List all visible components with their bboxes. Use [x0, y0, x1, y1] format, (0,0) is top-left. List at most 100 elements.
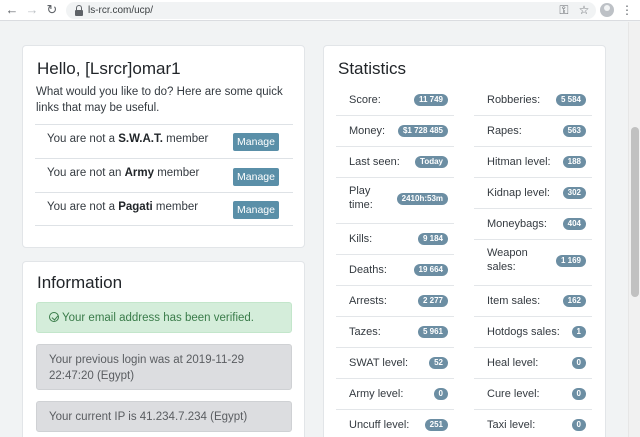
stat-row: Score: 11 749 — [336, 85, 454, 116]
stat-row: Rapes: 563 — [474, 116, 592, 147]
previous-login-alert: Your previous login was at 2019-11-29 22… — [36, 344, 292, 390]
stat-value-badge: 1 169 — [555, 255, 586, 267]
stat-value-badge: 52 — [429, 357, 448, 369]
stat-value-badge: 188 — [562, 156, 586, 168]
stat-value-badge: 5 584 — [555, 94, 586, 106]
manage-pagati-button[interactable]: Manage — [233, 201, 279, 219]
stat-label: Rapes: — [487, 125, 522, 137]
stat-value-badge: 0 — [571, 357, 586, 369]
lock-icon — [74, 5, 84, 16]
stat-label: Hitman level: — [487, 156, 551, 168]
stat-value-badge: 251 — [424, 419, 448, 431]
statistics-card: Statistics Score: 11 749 Money: $1 728 485 L… — [323, 45, 606, 437]
page-content: Hello, [Lsrcr]omar1 What would you like … — [0, 22, 628, 437]
stat-row: Play time: 2410h:53m — [336, 178, 454, 224]
browser-toolbar: ← → ↻ ls-rcr.com/ucp/ ⚿ ☆ ⋮ — [0, 0, 640, 21]
stat-label: Hotdogs sales: — [487, 326, 560, 338]
stat-label: Play time: — [349, 185, 373, 211]
stat-label: Taxi level: — [487, 419, 536, 431]
stat-label: Kills: — [349, 233, 373, 245]
stat-row: SWAT level: 52 — [336, 348, 454, 379]
current-ip-alert: Your current IP is 41.234.7.234 (Egypt) — [36, 401, 292, 432]
stat-row: Uncuff level: 251 — [336, 410, 454, 437]
address-bar[interactable]: ls-rcr.com/ucp/ — [66, 2, 596, 19]
stat-value-badge: 19 664 — [413, 264, 448, 276]
stat-row: Robberies: 5 584 — [474, 85, 592, 116]
stat-label: Moneybags: — [487, 218, 547, 230]
stat-label: Uncuff level: — [349, 419, 410, 431]
stat-row: Kills: 9 184 — [336, 224, 454, 255]
kebab-menu-icon[interactable]: ⋮ — [620, 2, 634, 18]
manage-swat-button[interactable]: Manage — [233, 133, 279, 151]
stat-value-badge: 2 277 — [417, 295, 448, 307]
stat-label: Weapon sales: — [487, 247, 528, 273]
stat-value-badge: 5 961 — [417, 326, 448, 338]
stat-row: Item sales: 162 — [474, 286, 592, 317]
stat-value-badge: 9 184 — [417, 233, 448, 245]
hello-lead: What would you like to do? Here are some… — [36, 86, 283, 114]
information-card: Information Your email address has been … — [22, 261, 305, 437]
stat-row: Army level: 0 — [336, 379, 454, 410]
member-row-swat: You are not a S.W.A.T. member Manage — [35, 124, 293, 158]
forward-icon[interactable]: → — [24, 2, 40, 18]
stat-label: Kidnap level: — [487, 187, 550, 199]
statistics-title: Statistics — [338, 59, 407, 78]
stat-value-badge: 302 — [562, 187, 586, 199]
member-status-text: You are not a Pagati member — [47, 201, 199, 213]
stat-label: Army level: — [349, 388, 404, 400]
manage-army-button[interactable]: Manage — [233, 168, 279, 186]
profile-avatar-icon[interactable] — [600, 3, 614, 17]
back-icon[interactable]: ← — [4, 2, 20, 18]
check-circle-icon — [49, 312, 59, 322]
stat-row: Arrests: 2 277 — [336, 286, 454, 317]
stat-row: Moneybags: 404 — [474, 209, 592, 240]
member-row-pagati: You are not a Pagati member Manage — [35, 192, 293, 226]
member-status-text: You are not a S.W.A.T. member — [47, 133, 209, 145]
stat-label: Item sales: — [487, 295, 541, 307]
stat-label: Score: — [349, 94, 381, 106]
hello-title: Hello, [Lsrcr]omar1 — [37, 59, 181, 78]
bookmark-star-icon[interactable]: ☆ — [576, 2, 592, 18]
stat-label: Deaths: — [349, 264, 387, 276]
stat-value-badge: $1 728 485 — [397, 125, 448, 137]
member-status-text: You are not an Army member — [47, 167, 200, 179]
stat-row: Tazes: 5 961 — [336, 317, 454, 348]
stat-label: Robberies: — [487, 94, 541, 106]
stat-row: Money: $1 728 485 — [336, 116, 454, 147]
key-icon[interactable]: ⚿ — [556, 2, 572, 18]
stat-row: Weapon sales: 1 169 — [474, 240, 592, 286]
stat-row: Last seen: Today — [336, 147, 454, 178]
reload-icon[interactable]: ↻ — [44, 2, 60, 18]
stat-label: Money: — [349, 125, 386, 137]
email-verified-alert: Your email address has been verified. — [36, 302, 292, 333]
stat-row: Hotdogs sales: 1 — [474, 317, 592, 348]
stat-label: Tazes: — [349, 326, 381, 338]
stat-row: Kidnap level: 302 — [474, 178, 592, 209]
stat-row: Heal level: 0 — [474, 348, 592, 379]
stat-label: Last seen: — [349, 156, 400, 168]
stat-value-badge: 1 — [571, 326, 586, 338]
hello-card: Hello, [Lsrcr]omar1 What would you like … — [22, 45, 305, 248]
stat-label: Heal level: — [487, 357, 539, 369]
stat-label: SWAT level: — [349, 357, 409, 369]
stat-value-badge: 563 — [562, 125, 586, 137]
stat-row: Deaths: 19 664 — [336, 255, 454, 286]
stat-value-badge: 0 — [571, 419, 586, 431]
stat-value-badge: 404 — [562, 218, 586, 230]
url-text: ls-rcr.com/ucp/ — [88, 5, 154, 16]
vertical-scrollbar[interactable] — [628, 22, 640, 437]
information-title: Information — [37, 273, 123, 292]
stat-label: Cure level: — [487, 388, 540, 400]
scrollbar-thumb[interactable] — [631, 127, 639, 297]
stat-value-badge: 162 — [562, 295, 586, 307]
stat-value-badge: 0 — [433, 388, 448, 400]
stat-value-badge: 11 749 — [413, 94, 448, 106]
stat-value-badge: Today — [415, 156, 448, 168]
stat-label: Arrests: — [349, 295, 387, 307]
stat-row: Hitman level: 188 — [474, 147, 592, 178]
stat-value-badge: 2410h:53m — [396, 193, 448, 205]
stat-row: Cure level: 0 — [474, 379, 592, 410]
stat-row: Taxi level: 0 — [474, 410, 592, 437]
member-row-army: You are not an Army member Manage — [35, 158, 293, 192]
stat-value-badge: 0 — [571, 388, 586, 400]
